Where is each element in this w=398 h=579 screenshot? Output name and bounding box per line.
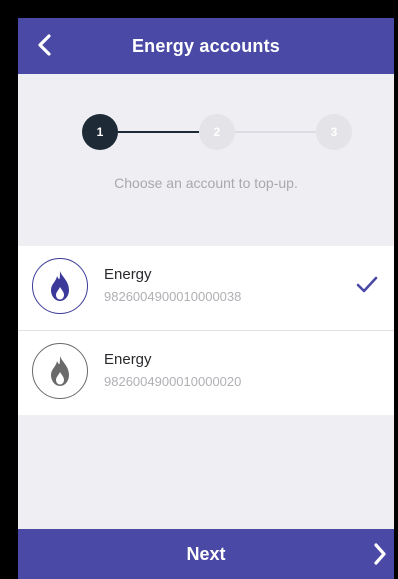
account-number: 9826004900010000038 bbox=[104, 289, 242, 304]
step-connector-2 bbox=[235, 131, 316, 133]
chevron-left-icon bbox=[38, 34, 51, 56]
flame-icon bbox=[51, 356, 69, 386]
account-number: 9826004900010000020 bbox=[104, 374, 242, 389]
header-bar: Energy accounts bbox=[18, 18, 394, 74]
instruction-text: Choose an account to top-up. bbox=[114, 175, 298, 191]
account-avatar bbox=[32, 258, 88, 314]
stepper: 1 2 3 bbox=[82, 114, 352, 150]
flame-icon bbox=[51, 271, 69, 301]
screen: Energy accounts 1 2 3 Choose an account … bbox=[18, 18, 394, 579]
account-row-1[interactable]: Energy 9826004900010000038 bbox=[18, 246, 394, 331]
step-3: 3 bbox=[316, 114, 352, 150]
account-row-2[interactable]: Energy 9826004900010000020 bbox=[18, 331, 394, 415]
next-label: Next bbox=[186, 543, 226, 564]
page-title: Energy accounts bbox=[131, 35, 281, 56]
chevron-right-icon bbox=[374, 543, 386, 565]
account-name: Energy bbox=[104, 351, 152, 368]
account-list: Energy 9826004900010000038 Energy 982600… bbox=[18, 246, 394, 415]
step-connector-1 bbox=[118, 131, 199, 133]
next-button[interactable]: Next bbox=[18, 529, 394, 579]
checkmark-icon bbox=[356, 276, 378, 293]
step-1: 1 bbox=[82, 114, 118, 150]
step-2: 2 bbox=[199, 114, 235, 150]
account-name: Energy bbox=[104, 266, 152, 283]
account-avatar bbox=[32, 343, 88, 399]
back-button[interactable] bbox=[30, 30, 60, 60]
